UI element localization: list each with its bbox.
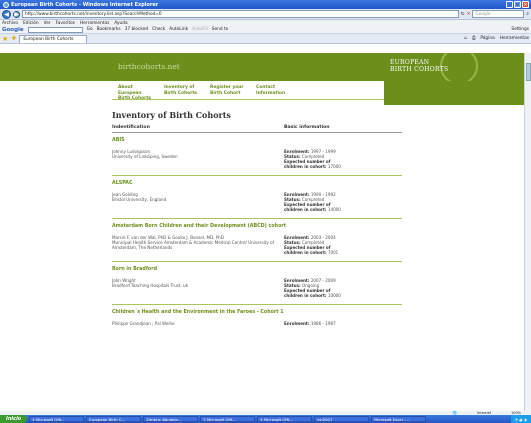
google-logo: Google xyxy=(2,26,24,33)
cohort-link[interactable]: Amsterdam Born Children and their Develo… xyxy=(112,224,402,229)
close-button[interactable]: × xyxy=(522,1,529,8)
main-nav: About European Birth Cohorts Inventory o… xyxy=(112,81,384,106)
menu-ver[interactable]: Ver xyxy=(44,21,51,26)
forward-button[interactable]: ▶ xyxy=(13,10,20,18)
google-search-input[interactable] xyxy=(27,26,83,33)
command-bar: ⌂ ⎙ Página Herramientas xyxy=(464,36,529,41)
cohort-info: Enrolment: 1990 - 1992 Status: Completed… xyxy=(284,192,341,212)
tab-label: European Birth Cohorts xyxy=(23,36,74,42)
inventory-list: Inventory of Birth Cohorts Indentificati… xyxy=(112,105,402,326)
cohort-person: Philippe Grandjean ; Pal Weihe xyxy=(112,321,175,326)
back-button[interactable]: ◀ xyxy=(2,9,11,19)
list-item: Children´s Health and the Environment in… xyxy=(112,310,402,326)
tab-bar: ★ ✚ European Birth Cohorts ⌂ ⎙ Página He… xyxy=(0,34,531,44)
site-name[interactable]: birthcohorts.net xyxy=(118,62,180,71)
taskbar-item[interactable]: 4 Microsoft Offi... xyxy=(29,416,85,422)
stop-icon[interactable]: ✕ xyxy=(467,12,471,17)
cohort-info: Enrolment: 2007 - 2009 Status: Ongoing E… xyxy=(284,278,341,298)
favorites-star-icon[interactable]: ★ xyxy=(2,35,8,43)
taskbar-item[interactable]: Microsoft Excel -... xyxy=(371,416,427,422)
add-favorites-icon[interactable]: ✚ xyxy=(11,35,16,42)
home-icon[interactable]: ⌂ xyxy=(464,36,467,41)
taskbar: Inicio 4 Microsoft Offi... European Birt… xyxy=(0,415,531,423)
menu-ayuda[interactable]: Ayuda xyxy=(114,21,127,26)
scrollbar-thumb[interactable] xyxy=(526,63,531,81)
system-tray: ◔ ◕ ◑ xyxy=(510,415,531,423)
cohort-link[interactable]: Children´s Health and the Environment in… xyxy=(112,310,402,315)
page-scrollbar[interactable] xyxy=(524,53,531,411)
site-logo[interactable]: EUROPEAN BIRTH COHORTS xyxy=(390,59,448,73)
menu-edicion[interactable]: Edición xyxy=(23,21,39,26)
start-button[interactable]: Inicio xyxy=(0,415,28,423)
settings-button[interactable]: Settings xyxy=(511,27,531,32)
cohort-info: Enrolment: 2003 - 2004 Status: Completed… xyxy=(284,235,339,255)
entry-divider xyxy=(112,175,402,176)
cohort-org: Bristol University, England xyxy=(112,197,167,202)
address-bar: ◀ ▶ http://www.birthcohorts.net/inventor… xyxy=(0,9,531,20)
taskbar-item[interactable]: Zimbra: Bandeja... xyxy=(143,416,199,422)
print-icon[interactable]: ⎙ xyxy=(472,36,475,41)
maximize-button[interactable]: □ xyxy=(514,1,521,8)
page-content: birthcohorts.net EUROPEAN BIRTH COHORTS … xyxy=(0,53,531,411)
cohort-link[interactable]: ABIS xyxy=(112,138,402,143)
green-side-panel xyxy=(384,81,531,105)
header-basic-info: Basic information xyxy=(284,125,330,130)
search-icon[interactable]: ⌕ xyxy=(526,11,529,17)
go-button[interactable]: Go xyxy=(87,27,93,32)
ie-icon xyxy=(3,1,9,8)
list-item: Born in Bradford John Wright Bradford Tea… xyxy=(112,267,402,305)
cohort-org: Bradford Teaching Hospitals Trust, uk xyxy=(112,283,188,288)
header-divider xyxy=(112,132,402,133)
menu-favoritos[interactable]: Favoritos xyxy=(56,21,75,26)
bookmarks-button[interactable]: Bookmarks xyxy=(97,27,121,32)
sendto-button[interactable]: Send to xyxy=(212,27,229,32)
popup-blocked-button[interactable]: 37 blocked xyxy=(125,27,148,32)
window-controls: _ □ × xyxy=(506,1,529,8)
tab-european-birth-cohorts[interactable]: European Birth Cohorts xyxy=(19,34,87,43)
window-titlebar: European Birth Cohorts - Windows Interne… xyxy=(0,0,531,9)
refresh-icon[interactable]: ↻ xyxy=(461,12,465,17)
nav-divider xyxy=(112,99,384,100)
menu-herramientas[interactable]: Herramientas xyxy=(80,21,109,26)
page-menu[interactable]: Página xyxy=(480,36,494,41)
minimize-button[interactable]: _ xyxy=(506,1,513,8)
cohort-link[interactable]: ALSPAC xyxy=(112,181,402,186)
search-input[interactable]: Google xyxy=(472,10,525,18)
list-item: ALSPAC Jean Golding Bristol University, E… xyxy=(112,181,402,219)
cohort-link[interactable]: Born in Bradford xyxy=(112,267,402,272)
url-input[interactable]: http://www.birthcohorts.net/inventory.li… xyxy=(22,10,459,18)
entry-divider xyxy=(112,218,402,219)
list-item: Amsterdam Born Children and their Develo… xyxy=(112,224,402,262)
autofill-button[interactable]: AutoFill xyxy=(192,27,208,32)
entry-divider xyxy=(112,261,402,262)
list-item: ABIS Johnny Ludvigsson University of Link… xyxy=(112,138,402,176)
site-banner: birthcohorts.net EUROPEAN BIRTH COHORTS xyxy=(0,53,531,85)
taskbar-item[interactable]: ecl2007 xyxy=(314,416,370,422)
taskbar-item[interactable]: 3 Microsoft Offi... xyxy=(200,416,256,422)
page-title: Inventory of Birth Cohorts xyxy=(112,110,231,120)
tools-menu[interactable]: Herramientas xyxy=(500,36,529,41)
cohort-info: Enrolment: 1997 - 1999 Status: Completed… xyxy=(284,149,341,169)
tray-icons[interactable]: ◔ ◕ ◑ xyxy=(515,417,527,422)
cohort-org: Municipal Health Service Amsterdam & Aca… xyxy=(112,240,275,250)
google-toolbar: Google Go Bookmarks 37 blocked Check Aut… xyxy=(0,26,531,34)
check-button[interactable]: Check xyxy=(152,27,165,32)
cohort-info: Enrolment: 1986 - 1987 xyxy=(284,321,336,326)
taskbar-item[interactable]: 4 Microsoft Offi... xyxy=(257,416,313,422)
menu-archivo[interactable]: Archivo xyxy=(2,21,18,26)
taskbar-item[interactable]: European Birth C... xyxy=(86,416,142,422)
cohort-org: University of Linköping, Sweden xyxy=(112,154,178,159)
entry-divider xyxy=(112,304,402,305)
window-title: European Birth Cohorts - Windows Interne… xyxy=(11,1,159,8)
header-identification: Indentification xyxy=(112,125,150,130)
autolink-button[interactable]: AutoLink xyxy=(169,27,188,32)
column-headers: Indentification Basic information xyxy=(112,125,402,130)
